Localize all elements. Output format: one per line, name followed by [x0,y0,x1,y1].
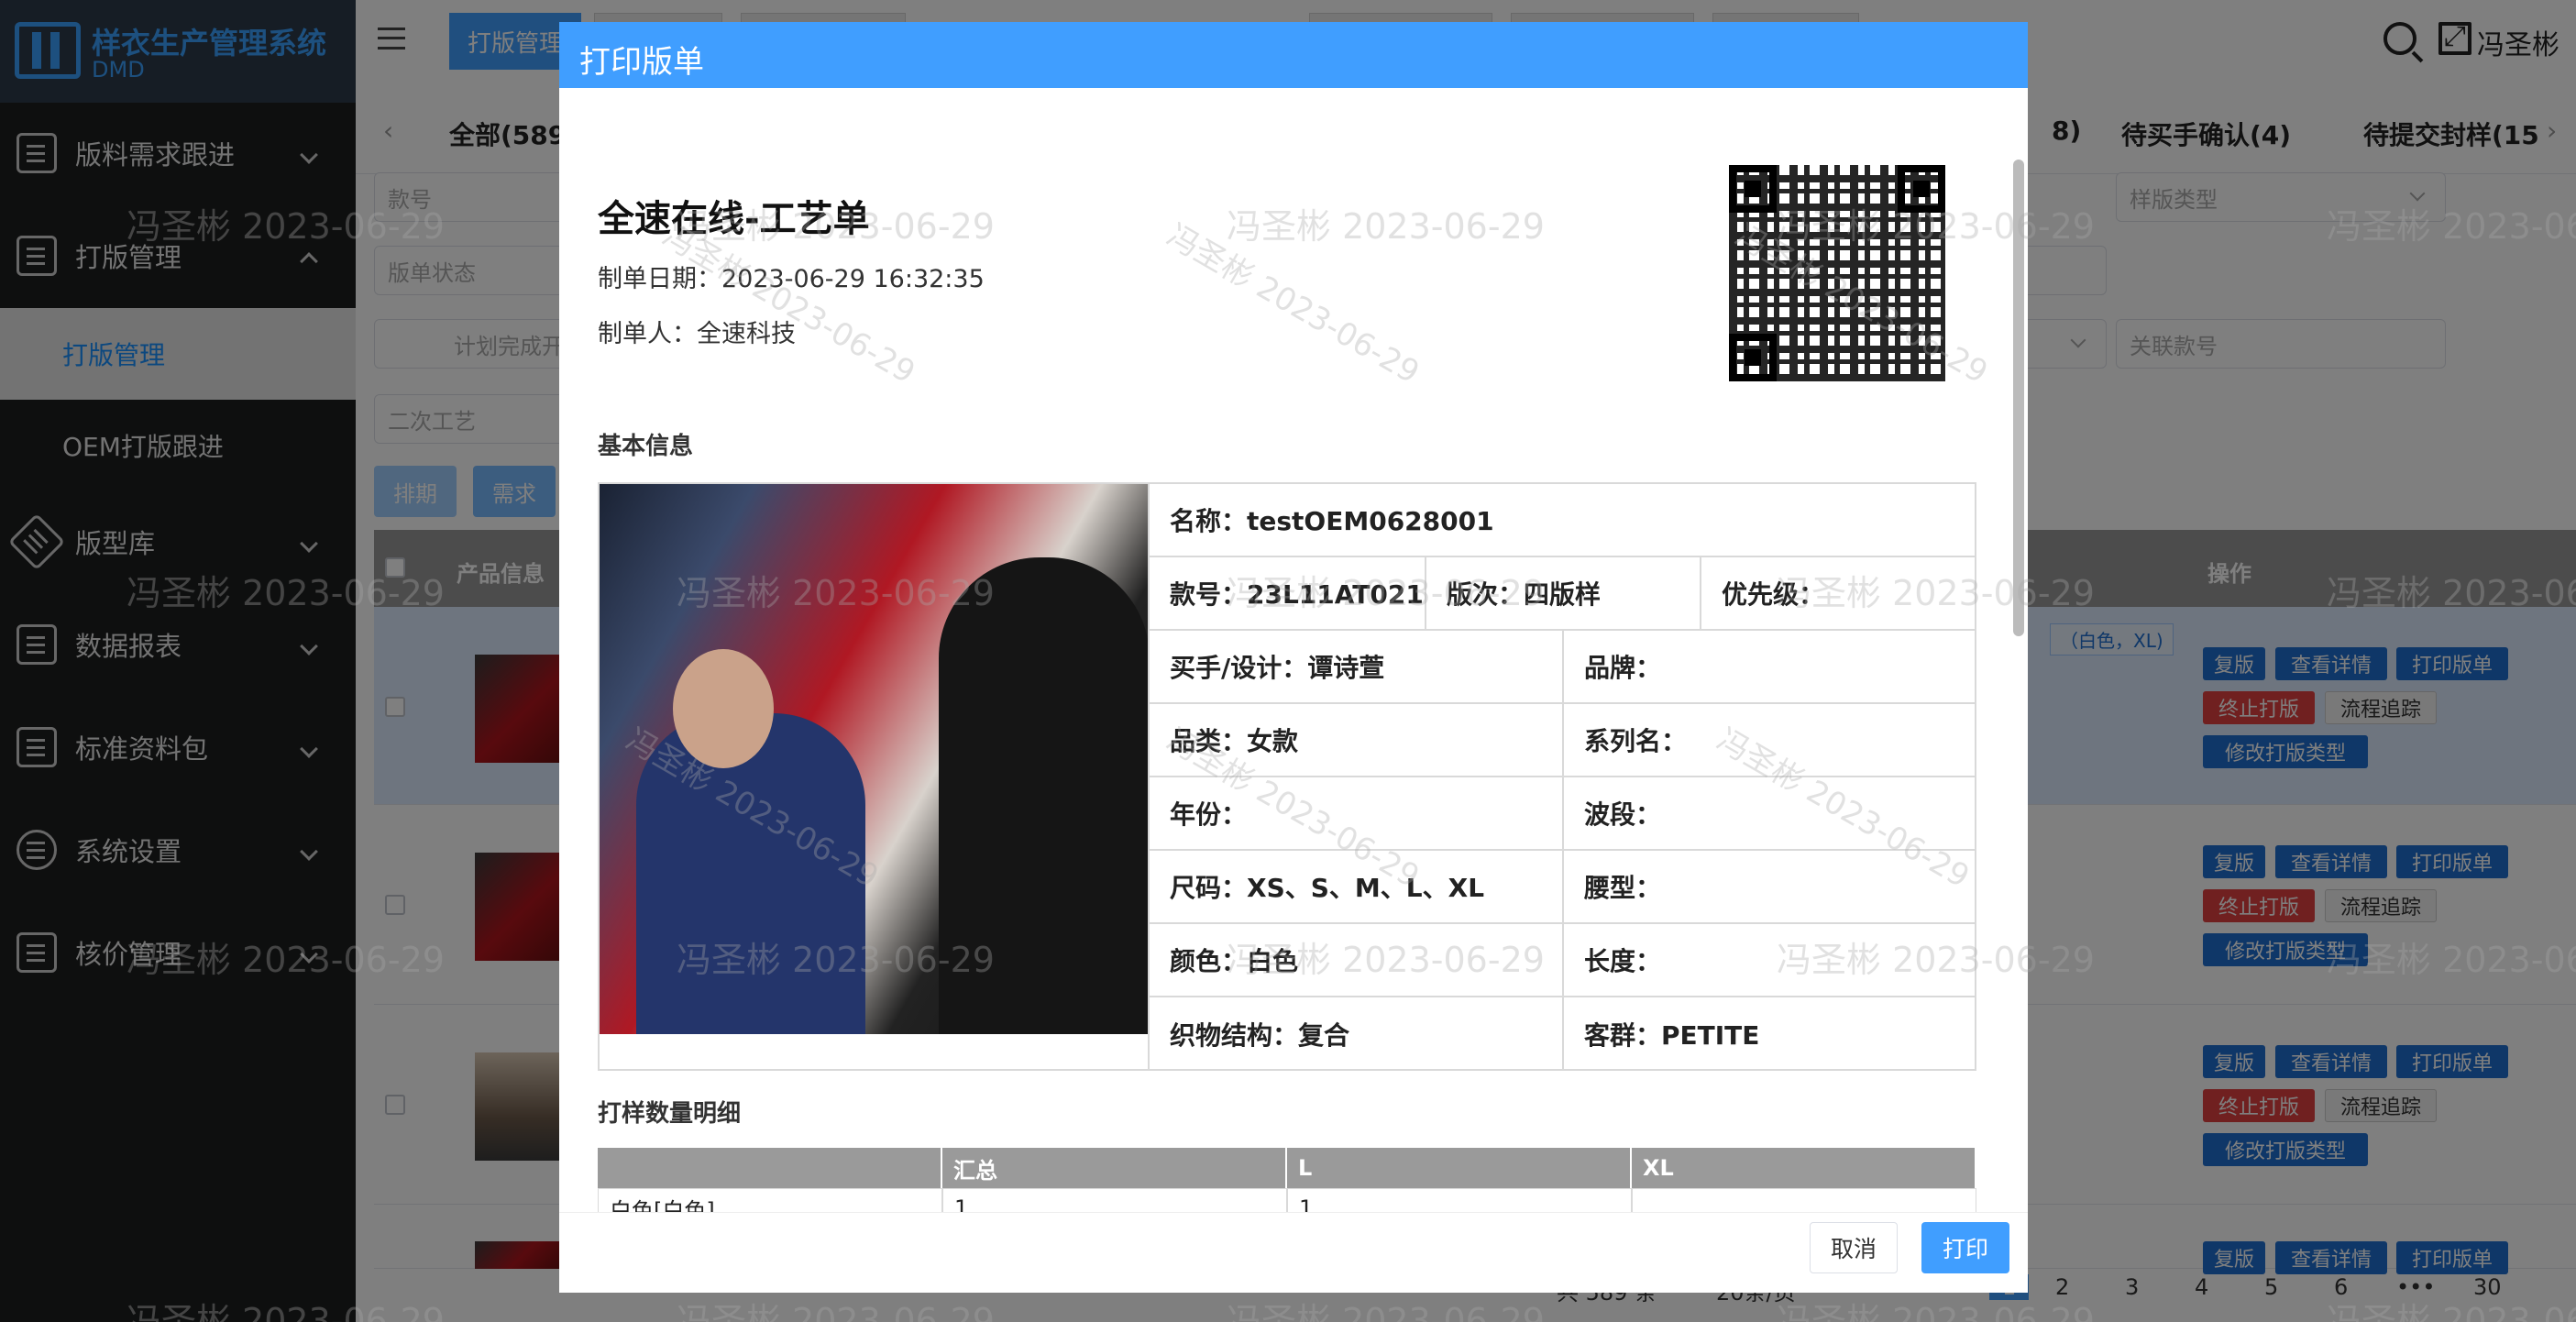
basic-info-label: 基本信息 [598,433,694,460]
qty-header-cell: L [1287,1148,1632,1188]
field-year: 年份： [1148,777,1562,851]
field-fabric: 织物结构：复合 [1148,997,1562,1071]
field-size: 尺码：XS、S、M、L、XL [1148,851,1562,924]
product-photo [600,484,1148,1034]
cancel-button[interactable]: 取消 [1810,1222,1898,1273]
field-length: 长度： [1562,924,1976,997]
field-customer-group: 客群：PETITE [1562,997,1976,1071]
field-color: 颜色：白色 [1148,924,1562,997]
field-style-no: 款号：23L11AT021 [1148,557,1425,631]
field-waist: 腰型： [1562,851,1976,924]
qty-cell: 1 [942,1188,1287,1212]
doc-maker: 制单人：全速科技 [598,314,796,349]
qty-header-cell [598,1148,942,1188]
qr-finder [1898,165,1945,213]
photo-figure-head [673,649,774,768]
qty-table: 汇总 L XL 白色[白色] 1 1 [598,1148,1976,1212]
doc-date-label: 制单日期： [598,265,721,293]
qr-finder [1729,165,1777,213]
field-version: 版次：四版样 [1425,557,1700,631]
doc-maker-value: 全速科技 [697,320,796,348]
field-band: 波段： [1562,777,1976,851]
field-series: 系列名： [1562,704,1976,777]
dialog-header: 打印版单 [559,22,2028,88]
qty-header-cell: 汇总 [942,1148,1287,1188]
qty-detail-label: 打样数量明细 [598,1100,742,1128]
field-brand: 品牌： [1562,631,1976,704]
field-buyer: 买手/设计：谭诗萱 [1148,631,1562,704]
doc-date-value: 2023-06-29 16:32:35 [721,265,985,293]
field-priority: 优先级： [1700,557,1976,631]
qr-code [1729,165,1945,381]
qty-cell: 白色[白色] [598,1188,942,1212]
photo-figure [636,713,865,1034]
dialog-scrollbar[interactable] [2013,160,2024,636]
qty-cell: 1 [1287,1188,1632,1212]
qty-header-cell: XL [1632,1148,1976,1188]
field-category: 品类：女款 [1148,704,1562,777]
dialog-title: 打印版单 [579,44,704,81]
doc-title: 全速在线-工艺单 [598,198,870,240]
qty-cell [1632,1188,1976,1212]
dialog-body[interactable]: 全速在线-工艺单 制单日期：2023-06-29 16:32:35 制单人：全速… [559,88,2028,1212]
field-name: 名称：testOEM0628001 [1148,484,1976,557]
doc-date: 制单日期：2023-06-29 16:32:35 [598,259,985,294]
photo-figure [939,557,1148,1034]
print-button[interactable]: 打印 [1921,1222,2009,1273]
doc-maker-label: 制单人： [598,320,697,348]
basic-info-table: 名称：testOEM0628001 款号：23L11AT021 版次：四版样 优… [598,482,1976,1071]
dialog-footer: 取消 打印 [559,1212,2028,1293]
print-order-dialog: 打印版单 全速在线-工艺单 制单日期：2023-06-29 16:32:35 制… [559,22,2028,1293]
qr-finder [1729,334,1777,381]
